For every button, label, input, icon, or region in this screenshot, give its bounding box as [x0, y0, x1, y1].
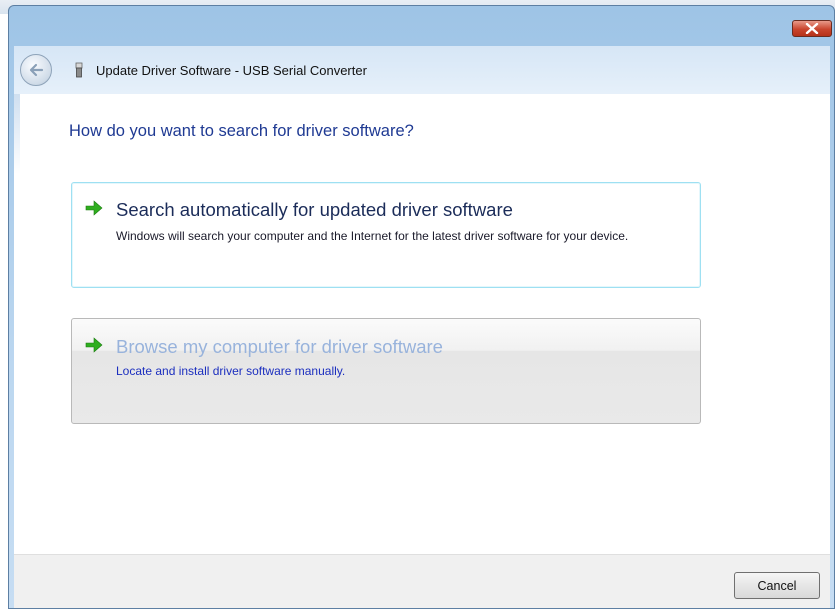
header-accent [14, 94, 20, 174]
option-title: Search automatically for updated driver … [116, 199, 513, 220]
option-description: Locate and install driver software manua… [116, 364, 346, 378]
search-automatically-option[interactable]: Search automatically for updated driver … [71, 182, 701, 288]
option-title: Browse my computer for driver software [116, 336, 443, 357]
back-arrow-icon [29, 63, 44, 77]
page-question: How do you want to search for driver sof… [69, 122, 414, 140]
green-arrow-icon [85, 200, 103, 216]
wizard-window: Update Driver Software - USB Serial Conv… [8, 5, 835, 609]
close-icon [805, 23, 819, 34]
window-title: Update Driver Software - USB Serial Conv… [96, 62, 367, 78]
back-button[interactable] [20, 54, 52, 86]
green-arrow-icon [85, 337, 103, 353]
usb-device-icon [74, 61, 84, 79]
wizard-content: How do you want to search for driver sof… [14, 94, 830, 554]
option-description: Windows will search your computer and th… [116, 229, 629, 243]
browse-computer-option[interactable]: Browse my computer for driver software L… [71, 318, 701, 424]
close-button[interactable] [792, 20, 832, 37]
wizard-footer: Cancel [14, 554, 830, 608]
wizard-header: Update Driver Software - USB Serial Conv… [14, 46, 830, 94]
cancel-button[interactable]: Cancel [734, 572, 820, 599]
